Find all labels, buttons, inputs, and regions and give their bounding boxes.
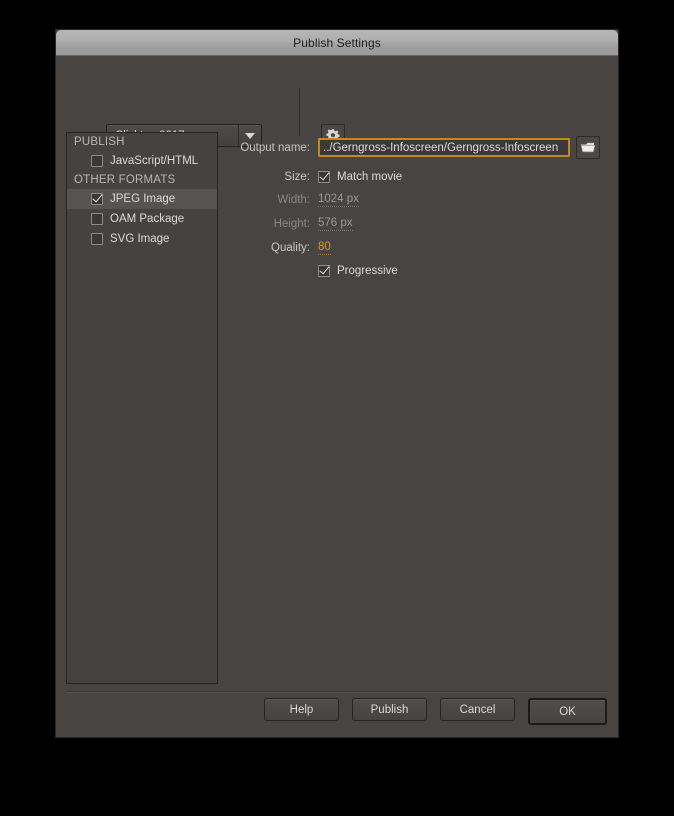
format-checkbox-jpeg-image[interactable] [91, 193, 103, 205]
format-label-svg-image: SVG Image [110, 233, 170, 245]
output-name-label: Output name: [240, 141, 310, 154]
cancel-button[interactable]: Cancel [440, 698, 515, 721]
dialog-title: Publish Settings [293, 35, 381, 50]
progressive-checkbox[interactable] [318, 265, 330, 277]
height-row: Height: 576 px [225, 217, 610, 231]
formats-group-heading-other: OTHER FORMATS [74, 174, 176, 186]
quality-row: Quality: 80 [225, 241, 610, 255]
help-button[interactable]: Help [264, 698, 339, 721]
progressive-label: Progressive [337, 265, 398, 277]
format-item-jpeg-image[interactable]: JPEG Image [67, 189, 217, 209]
width-row: Width: 1024 px [225, 193, 610, 207]
formats-group-heading-publish: PUBLISH [74, 136, 125, 148]
format-settings-form: Output name: ../Gerngross-Infoscreen/Ger… [225, 136, 610, 287]
dialog-footer: Help Publish Cancel OK [56, 698, 618, 725]
width-value[interactable]: 1024 px [318, 193, 359, 207]
width-label: Width: [277, 194, 310, 206]
format-label-jpeg-image: JPEG Image [110, 193, 176, 205]
format-item-svg-image[interactable]: SVG Image [67, 229, 217, 249]
footer-separator [66, 691, 608, 693]
format-label-oam-package: OAM Package [110, 213, 185, 225]
publish-button[interactable]: Publish [352, 698, 427, 721]
format-item-javascript-html[interactable]: JavaScript/HTML [67, 151, 217, 171]
format-checkbox-oam-package[interactable] [91, 213, 103, 225]
folder-icon [580, 142, 596, 153]
output-name-value: ../Gerngross-Infoscreen/Gerngross-Infosc… [323, 141, 559, 154]
profile-divider [299, 88, 300, 136]
quality-value[interactable]: 80 [318, 241, 331, 255]
format-item-oam-package[interactable]: OAM Package [67, 209, 217, 229]
formats-panel[interactable]: PUBLISH JavaScript/HTML OTHER FORMATS JP… [66, 132, 218, 684]
output-name-input[interactable]: ../Gerngross-Infoscreen/Gerngross-Infosc… [318, 138, 570, 157]
publish-settings-dialog: Publish Settings Profile: Clicktag 2017 … [56, 30, 618, 737]
progressive-row: Progressive [225, 265, 610, 277]
size-row: Size: Match movie [225, 171, 610, 183]
ok-button[interactable]: OK [528, 698, 607, 725]
match-movie-label: Match movie [337, 171, 403, 183]
browse-output-folder-button[interactable] [576, 136, 600, 159]
profile-row: Profile: Clicktag 2017 [56, 56, 618, 148]
size-label: Size: [284, 171, 310, 183]
quality-label: Quality: [271, 242, 310, 254]
format-checkbox-svg-image[interactable] [91, 233, 103, 245]
dialog-titlebar[interactable]: Publish Settings [56, 30, 618, 56]
format-label-javascript-html: JavaScript/HTML [110, 155, 199, 167]
match-movie-checkbox[interactable] [318, 171, 330, 183]
output-name-row: Output name: ../Gerngross-Infoscreen/Ger… [225, 136, 610, 159]
format-checkbox-javascript-html[interactable] [91, 155, 103, 167]
height-value[interactable]: 576 px [318, 217, 353, 231]
height-label: Height: [273, 218, 310, 230]
